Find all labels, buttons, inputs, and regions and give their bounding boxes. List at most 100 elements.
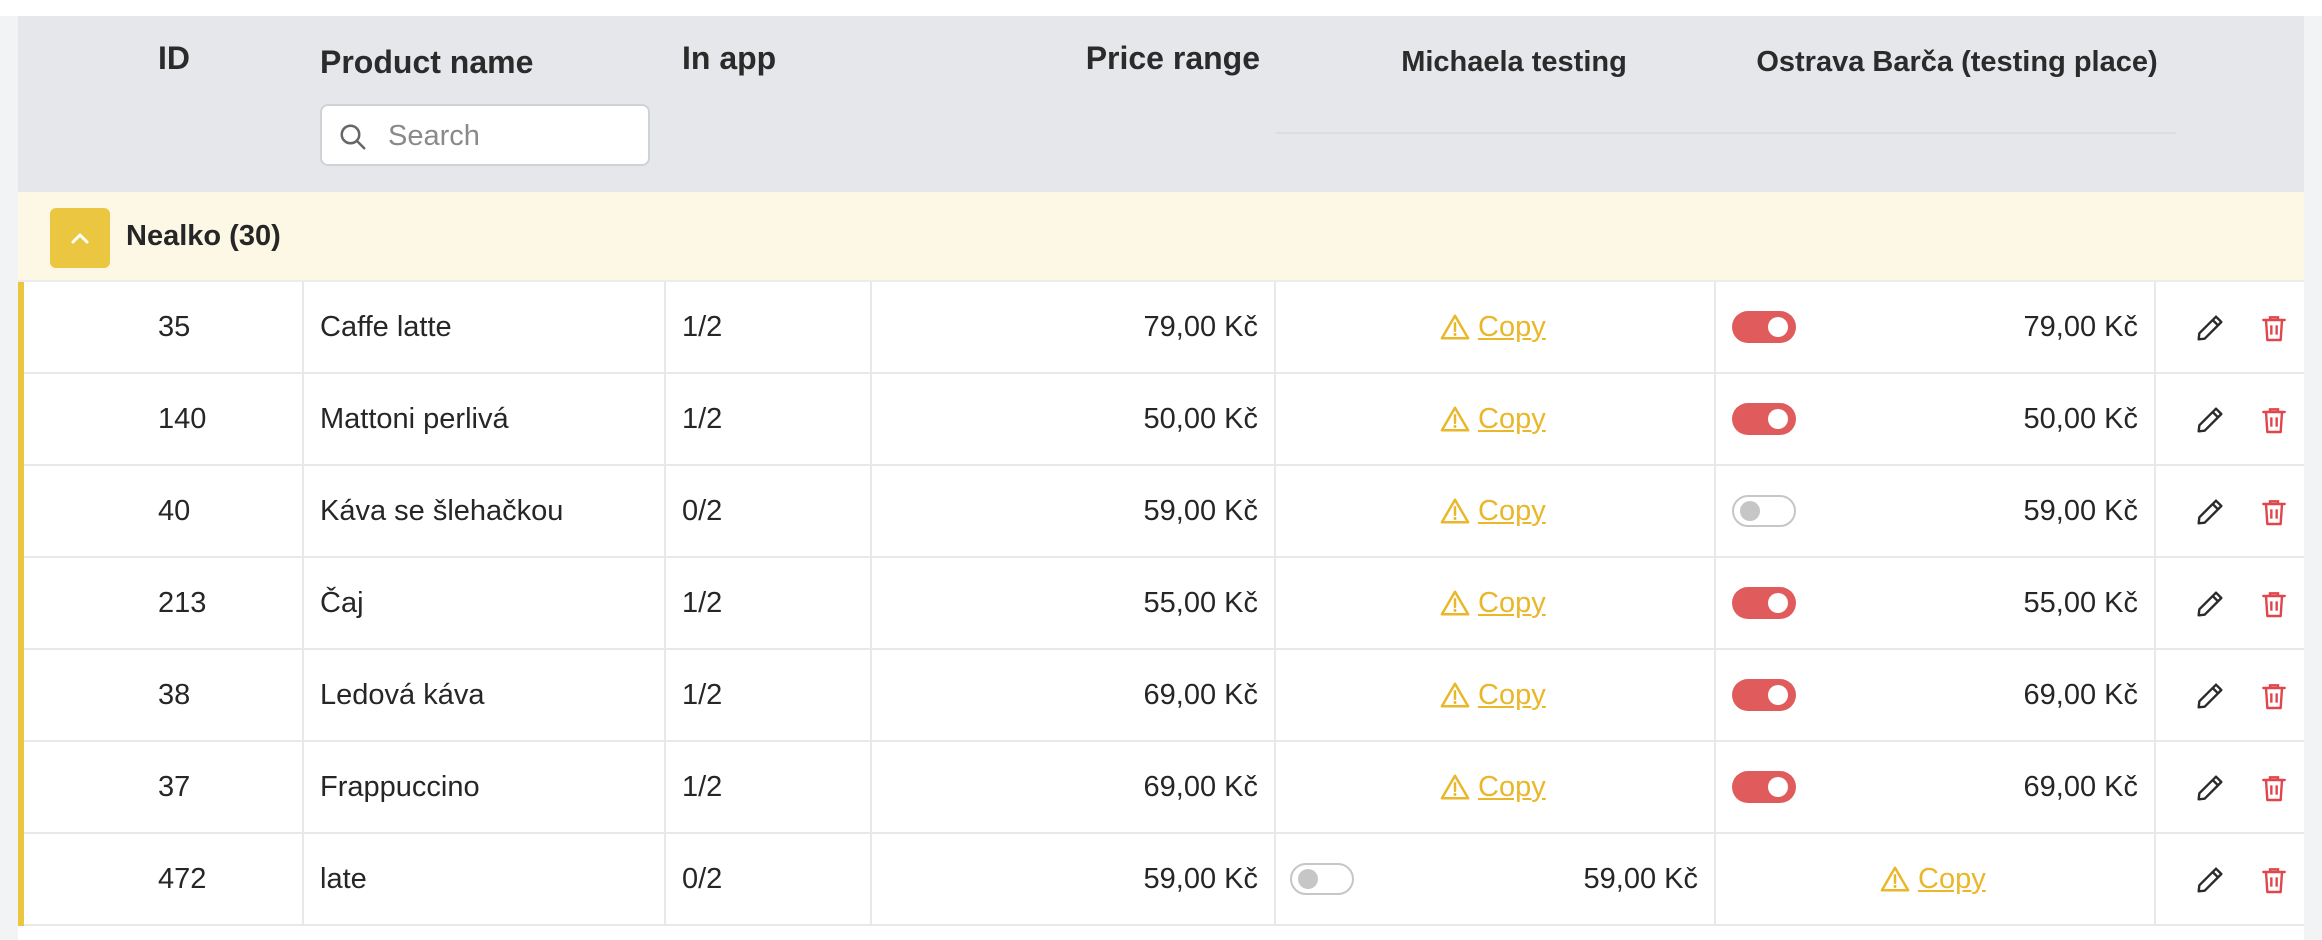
table-row: 140 Mattoni perlivá 1/2 50,00 Kč Copy 50,00 K…	[18, 374, 2304, 466]
warning-icon	[1440, 682, 1470, 708]
search-icon	[340, 124, 366, 150]
toggle-knob	[1740, 501, 1760, 521]
header-divider	[1276, 132, 2176, 134]
column-divider	[870, 466, 872, 558]
copy-price-link[interactable]: Copy	[1440, 466, 1546, 556]
availability-toggle[interactable]	[1732, 587, 1796, 619]
trash-icon	[2262, 408, 2286, 434]
availability-toggle[interactable]	[1732, 403, 1796, 435]
cell-id: 40	[158, 495, 191, 527]
availability-toggle[interactable]	[1290, 863, 1354, 895]
cell-place-price: 59,00 Kč	[2023, 495, 2138, 527]
column-divider	[664, 650, 666, 742]
cell-product-name[interactable]: late	[320, 834, 367, 924]
row-accent-bar	[18, 374, 24, 466]
availability-toggle[interactable]	[1732, 771, 1796, 803]
chevron-up-icon	[71, 233, 89, 244]
column-divider	[1274, 282, 1276, 374]
cell-price-range: 69,00 Kč	[1143, 679, 1258, 711]
column-divider	[870, 650, 872, 742]
products-table: ID Product name In app Price range Micha…	[18, 16, 2304, 940]
trash-icon	[2262, 316, 2286, 342]
column-divider	[302, 466, 304, 558]
edit-button[interactable]	[2194, 404, 2226, 436]
cell-place-price: 59,00 Kč	[1583, 863, 1698, 895]
cell-place-price: 50,00 Kč	[2023, 403, 2138, 435]
category-group-row: Nealko (30)	[18, 192, 2304, 282]
warning-icon	[1440, 774, 1470, 800]
row-accent-bar	[18, 834, 24, 926]
column-divider	[664, 558, 666, 650]
search-input[interactable]	[386, 114, 640, 158]
toggle-knob	[1768, 777, 1788, 797]
column-divider	[302, 374, 304, 466]
delete-button[interactable]	[2258, 680, 2290, 712]
cell-id: 37	[158, 771, 191, 803]
column-divider	[1274, 650, 1276, 742]
cell-id: 213	[158, 587, 207, 619]
edit-button[interactable]	[2194, 312, 2226, 344]
column-header-ostrava-barca: Ostrava Barča (testing place)	[1756, 46, 2158, 78]
cell-price-range: 59,00 Kč	[1143, 863, 1258, 895]
column-divider	[302, 650, 304, 742]
cell-price-range: 50,00 Kč	[1143, 403, 1258, 435]
copy-price-link[interactable]: Copy	[1880, 834, 1986, 924]
column-divider	[870, 742, 872, 834]
cell-place-price: 69,00 Kč	[2023, 679, 2138, 711]
pencil-icon	[2197, 499, 2223, 525]
edit-button[interactable]	[2194, 588, 2226, 620]
column-divider	[1274, 374, 1276, 466]
edit-button[interactable]	[2194, 496, 2226, 528]
edit-button[interactable]	[2194, 772, 2226, 804]
column-divider	[2154, 558, 2156, 650]
row-accent-bar	[18, 742, 24, 834]
availability-toggle[interactable]	[1732, 495, 1796, 527]
copy-label: Copy	[1478, 310, 1546, 343]
cell-product-name[interactable]: Frappuccino	[320, 742, 480, 832]
copy-price-link[interactable]: Copy	[1440, 374, 1546, 464]
cell-id: 38	[158, 679, 191, 711]
column-divider	[302, 282, 304, 374]
edit-button[interactable]	[2194, 864, 2226, 896]
trash-icon	[2262, 868, 2286, 894]
pencil-icon	[2197, 315, 2223, 341]
delete-button[interactable]	[2258, 772, 2290, 804]
warning-icon	[1880, 866, 1910, 892]
column-header-product-name: Product name	[320, 44, 534, 80]
copy-price-link[interactable]: Copy	[1440, 558, 1546, 648]
column-divider	[1714, 282, 1716, 374]
table-row: 35 Caffe latte 1/2 79,00 Kč Copy 79,00 Kč	[18, 282, 2304, 374]
availability-toggle[interactable]	[1732, 311, 1796, 343]
delete-button[interactable]	[2258, 864, 2290, 896]
copy-label: Copy	[1478, 678, 1546, 711]
column-divider	[2154, 834, 2156, 926]
delete-button[interactable]	[2258, 312, 2290, 344]
copy-price-link[interactable]: Copy	[1440, 650, 1546, 740]
trash-icon	[2262, 500, 2286, 526]
column-divider	[1714, 650, 1716, 742]
delete-button[interactable]	[2258, 588, 2290, 620]
cell-id: 472	[158, 863, 207, 895]
column-divider	[870, 282, 872, 374]
delete-button[interactable]	[2258, 496, 2290, 528]
copy-price-link[interactable]: Copy	[1440, 742, 1546, 832]
column-header-in-app: In app	[682, 40, 777, 76]
edit-button[interactable]	[2194, 680, 2226, 712]
column-divider	[1274, 558, 1276, 650]
copy-label: Copy	[1478, 402, 1546, 435]
delete-button[interactable]	[2258, 404, 2290, 436]
cell-product-name[interactable]: Káva se šlehačkou	[320, 466, 563, 556]
availability-toggle[interactable]	[1732, 679, 1796, 711]
column-divider	[664, 374, 666, 466]
cell-product-name[interactable]: Mattoni perlivá	[320, 374, 509, 464]
cell-product-name[interactable]: Caffe latte	[320, 282, 452, 372]
copy-price-link[interactable]: Copy	[1440, 282, 1546, 372]
collapse-group-button[interactable]	[50, 208, 110, 268]
cell-product-name[interactable]: Ledová káva	[320, 650, 484, 740]
cell-product-name[interactable]: Čaj	[320, 558, 364, 648]
pencil-icon	[2197, 683, 2223, 709]
cell-in-app: 1/2	[682, 587, 723, 619]
table-row: 213 Čaj 1/2 55,00 Kč Copy 55,00 Kč	[18, 558, 2304, 650]
toggle-knob	[1768, 317, 1788, 337]
product-search-box[interactable]	[320, 104, 650, 166]
